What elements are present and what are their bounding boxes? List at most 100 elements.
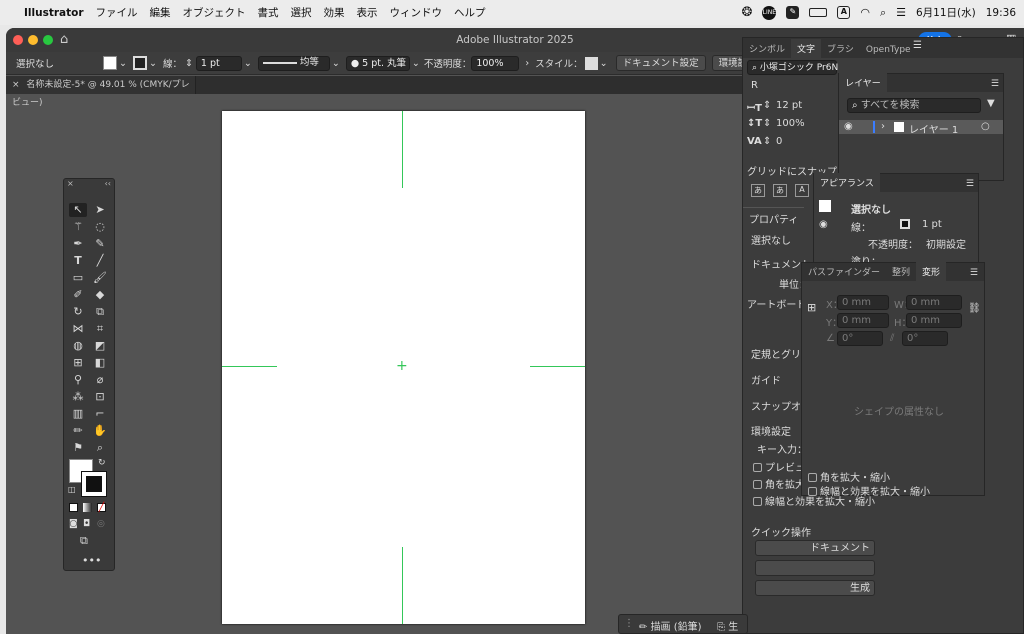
vertical-scale-field[interactable]: 100% — [776, 118, 805, 129]
zoom-window-button[interactable] — [43, 35, 53, 45]
swap-colors-icon[interactable]: ↻ — [98, 458, 106, 468]
shear-angle-field[interactable]: 0° — [902, 331, 948, 346]
snap-baseline-icon[interactable]: あ — [773, 184, 787, 197]
type-tool-icon[interactable]: T — [69, 254, 87, 268]
control-center-icon[interactable]: ☰ — [896, 6, 906, 19]
menu-effect[interactable]: 効果 — [318, 5, 351, 20]
h-field[interactable]: 0 mm — [906, 313, 962, 328]
rotate-angle-field[interactable]: 0° — [837, 331, 883, 346]
rotate-tool-icon[interactable]: ↻ — [69, 305, 87, 319]
tab-brushes[interactable]: ブラシ — [821, 39, 860, 58]
variable-width-profile[interactable]: 均等 — [257, 55, 330, 71]
font-family-field[interactable]: ⌕ 小塚ゴシック Pr6N — [747, 60, 838, 75]
chevron-right-icon[interactable]: › — [525, 58, 529, 69]
chevron-down-icon[interactable]: ⌄ — [600, 58, 608, 69]
symbol-sprayer-tool-icon[interactable]: ⁂ — [69, 390, 87, 404]
menu-select[interactable]: 選択 — [285, 5, 318, 20]
artboard-tool-icon[interactable]: ⊡ — [91, 390, 109, 404]
drag-handle-icon[interactable]: ⋮ — [624, 618, 634, 629]
color-mode-icon[interactable] — [69, 503, 78, 512]
lasso-tool-icon[interactable]: ◌ — [91, 220, 109, 234]
menu-window[interactable]: ウィンドウ — [384, 5, 449, 20]
edit-toolbar-icon[interactable]: ••• — [82, 554, 101, 567]
draw-normal-icon[interactable]: ◙ — [69, 519, 78, 529]
visibility-eye-icon[interactable]: ◉ — [819, 219, 828, 230]
menu-view[interactable]: 表示 — [351, 5, 384, 20]
line-tool-icon[interactable]: ╱ — [91, 254, 109, 268]
stroke-color-swatch[interactable] — [81, 471, 107, 497]
curvature-tool-icon[interactable]: ✎ — [91, 237, 109, 251]
perspective-grid-tool-icon[interactable]: ◩ — [91, 339, 109, 353]
width-tool-icon[interactable]: ⋈ — [69, 322, 87, 336]
visibility-eye-icon[interactable]: ◉ — [844, 121, 853, 132]
filter-icon[interactable]: ▼ — [987, 98, 995, 109]
panel-menu-icon[interactable]: ☰ — [962, 179, 978, 192]
rectangle-tool-icon[interactable]: ▭ — [69, 271, 87, 285]
screen-mode-icon[interactable]: ⧉ — [80, 534, 88, 548]
stroke-attribute-swatch[interactable] — [900, 219, 910, 229]
menu-file[interactable]: ファイル — [90, 5, 144, 20]
shape-builder-tool-icon[interactable]: ◍ — [69, 339, 87, 353]
quick-action-2-button[interactable] — [755, 560, 875, 576]
font-style-value[interactable]: R — [751, 80, 758, 91]
fill-swatch[interactable] — [103, 56, 117, 70]
target-circle-icon[interactable]: ○ — [981, 121, 990, 132]
panel-menu-icon[interactable]: ☰ — [987, 79, 1003, 92]
zoom-tool-icon[interactable]: ⌕ — [91, 441, 109, 455]
column-graph-tool-icon[interactable]: ▥ — [69, 407, 87, 421]
tab-transform[interactable]: 変形 — [916, 262, 947, 281]
chevron-down-icon[interactable]: ⌄ — [412, 58, 420, 69]
transform-scale-corners-checkbox[interactable]: 角を拡大・縮小 — [808, 469, 890, 484]
document-tab[interactable]: × 名称未設定-5* @ 49.01 % (CMYK/プレビュー) — [6, 76, 196, 108]
x-field[interactable]: 0 mm — [837, 295, 889, 310]
pen-tool-icon[interactable]: ✒ — [69, 237, 87, 251]
constrain-proportions-icon[interactable]: ⛓ — [968, 303, 981, 314]
tracking-field[interactable]: 0 — [776, 136, 782, 147]
blend-tool-icon[interactable]: ⌀ — [91, 373, 109, 387]
selection-tool-icon[interactable]: ↖ — [69, 203, 87, 217]
font-size-stepper-icon[interactable]: ⇕ — [763, 100, 771, 111]
menu-edit[interactable]: 編集 — [144, 5, 177, 20]
direct-selection-tool-icon[interactable]: ➤ — [91, 203, 109, 217]
gradient-tool-icon[interactable]: ◧ — [91, 356, 109, 370]
artboard[interactable]: + — [222, 111, 585, 624]
menu-help[interactable]: ヘルプ — [448, 5, 492, 20]
chevron-down-icon[interactable]: ⌄ — [149, 58, 157, 69]
stroke-weight-field[interactable]: 1 pt — [195, 55, 242, 71]
font-size-field[interactable]: 12 pt — [776, 100, 802, 111]
draw-behind-icon[interactable]: ◘ — [83, 519, 90, 529]
eraser-tool-icon[interactable]: ◆ — [91, 288, 109, 302]
shaper-tool-icon[interactable]: ✐ — [69, 288, 87, 302]
menu-type[interactable]: 書式 — [252, 5, 285, 20]
input-source-icon[interactable]: A — [837, 6, 851, 19]
tab-align[interactable]: 整列 — [886, 262, 916, 281]
w-field[interactable]: 0 mm — [906, 295, 962, 310]
stroke-swatch[interactable] — [132, 56, 147, 70]
transform-scale-strokes-checkbox[interactable]: 線幅と効果を拡大・縮小 — [808, 483, 930, 498]
stroke-stepper-icon[interactable]: ⇕ — [185, 58, 193, 69]
graphic-style-swatch[interactable] — [584, 56, 598, 70]
line-icon[interactable]: LINE — [762, 5, 777, 20]
spotlight-icon[interactable]: ⌕ — [880, 6, 886, 20]
quick-action-generate-button[interactable]: 生成 — [755, 580, 875, 596]
opacity-field[interactable]: 100% — [471, 55, 520, 71]
generate-button[interactable]: ⎘ 生 — [717, 618, 738, 633]
tab-symbols[interactable]: シンボル — [743, 39, 791, 58]
scale-tool-icon[interactable]: ⧉ — [91, 305, 109, 319]
app-status-icon[interactable]: ✎ — [786, 6, 800, 19]
tab-layers[interactable]: レイヤー — [839, 73, 887, 92]
reference-point-icon[interactable]: ⊞ — [807, 301, 816, 314]
y-field[interactable]: 0 mm — [837, 313, 889, 328]
snap-to-glyph-icon[interactable]: あ — [751, 184, 765, 197]
chevron-down-icon[interactable]: ⌄ — [119, 58, 127, 69]
stroke-attribute-label[interactable]: 線： — [851, 219, 871, 234]
tab-appearance[interactable]: アピアランス — [814, 173, 880, 192]
opacity-attribute-label[interactable]: 不透明度： — [868, 236, 918, 251]
expand-chevron-icon[interactable]: › — [881, 121, 885, 132]
tracking-stepper-icon[interactable]: ⇕ — [763, 136, 771, 147]
close-icon[interactable]: × — [12, 80, 20, 90]
battery-icon[interactable] — [809, 8, 828, 17]
brush-definition[interactable]: ● 5 pt. 丸筆 — [345, 55, 410, 71]
mesh-tool-icon[interactable]: ⊞ — [69, 356, 87, 370]
gradient-mode-icon[interactable] — [83, 503, 92, 512]
